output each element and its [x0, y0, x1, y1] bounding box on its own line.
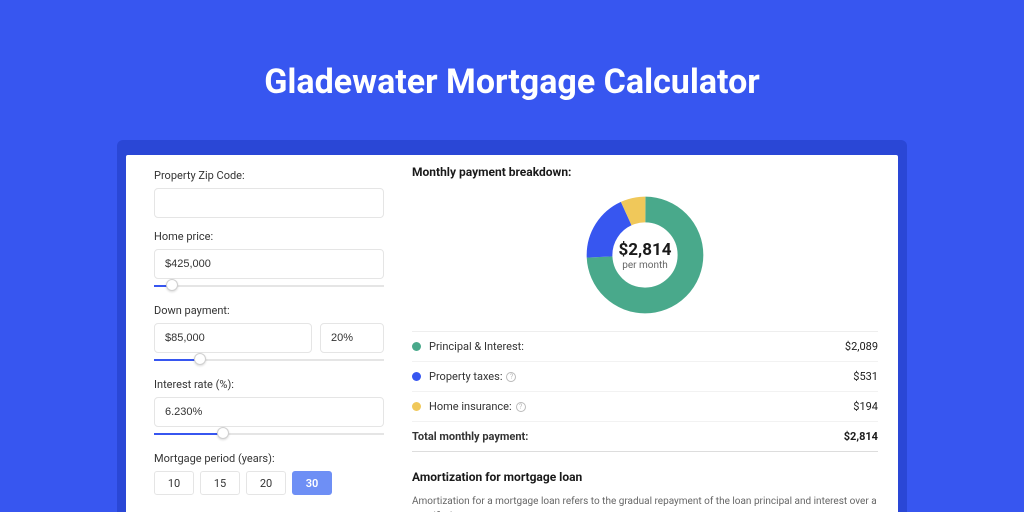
period-btn-15[interactable]: 15	[200, 471, 240, 495]
zip-label: Property Zip Code:	[154, 169, 384, 182]
down-slider[interactable]	[154, 352, 384, 366]
total-value: $2,814	[844, 430, 878, 443]
form-panel: Property Zip Code: Home price: Down paym…	[126, 155, 406, 512]
total-label: Total monthly payment:	[412, 430, 528, 443]
price-label: Home price:	[154, 230, 384, 243]
period-group: 10152030	[154, 471, 384, 495]
donut-chart: $2,814 per month	[412, 187, 878, 331]
legend-row: Home insurance:? $194	[412, 392, 878, 422]
period-btn-20[interactable]: 20	[246, 471, 286, 495]
legend-dot	[412, 372, 421, 381]
info-icon[interactable]: ?	[516, 402, 526, 412]
legend-label: Property taxes:	[429, 370, 502, 383]
rate-label: Interest rate (%):	[154, 378, 384, 391]
amortization-text: Amortization for a mortgage loan refers …	[412, 494, 878, 512]
breakdown-panel: Monthly payment breakdown: $2,814 per mo…	[406, 155, 898, 512]
amortization-section: Amortization for mortgage loan Amortizat…	[412, 470, 878, 512]
legend: Principal & Interest: $2,089 Property taxe…	[412, 331, 878, 452]
legend-dot	[412, 402, 421, 411]
legend-dot	[412, 342, 421, 351]
price-input[interactable]	[154, 249, 384, 279]
rate-slider-thumb[interactable]	[217, 427, 229, 439]
page-title: Gladewater Mortgage Calculator	[0, 0, 1024, 132]
rate-slider[interactable]	[154, 426, 384, 440]
legend-value: $2,089	[845, 340, 878, 353]
legend-row: Principal & Interest: $2,089	[412, 332, 878, 362]
breakdown-title: Monthly payment breakdown:	[412, 165, 878, 179]
donut-sublabel: per month	[622, 260, 668, 271]
down-input[interactable]	[154, 323, 312, 353]
legend-row-total: Total monthly payment: $2,814	[412, 422, 878, 452]
price-slider-thumb[interactable]	[166, 279, 178, 291]
zip-input[interactable]	[154, 188, 384, 218]
rate-input[interactable]	[154, 397, 384, 427]
legend-row: Property taxes:? $531	[412, 362, 878, 392]
donut-amount: $2,814	[619, 240, 672, 260]
legend-label: Principal & Interest:	[429, 340, 524, 353]
rate-slider-fill	[154, 433, 223, 435]
down-slider-thumb[interactable]	[194, 353, 206, 365]
period-btn-30[interactable]: 30	[292, 471, 332, 495]
legend-label: Home insurance:	[429, 400, 512, 413]
legend-value: $531	[853, 370, 878, 383]
legend-value: $194	[853, 400, 878, 413]
down-pct-input[interactable]	[320, 323, 384, 353]
calculator-card: Property Zip Code: Home price: Down paym…	[126, 155, 898, 512]
down-label: Down payment:	[154, 304, 384, 317]
info-icon[interactable]: ?	[506, 372, 516, 382]
price-slider[interactable]	[154, 278, 384, 292]
period-label: Mortgage period (years):	[154, 452, 384, 465]
amortization-title: Amortization for mortgage loan	[412, 470, 878, 484]
period-btn-10[interactable]: 10	[154, 471, 194, 495]
